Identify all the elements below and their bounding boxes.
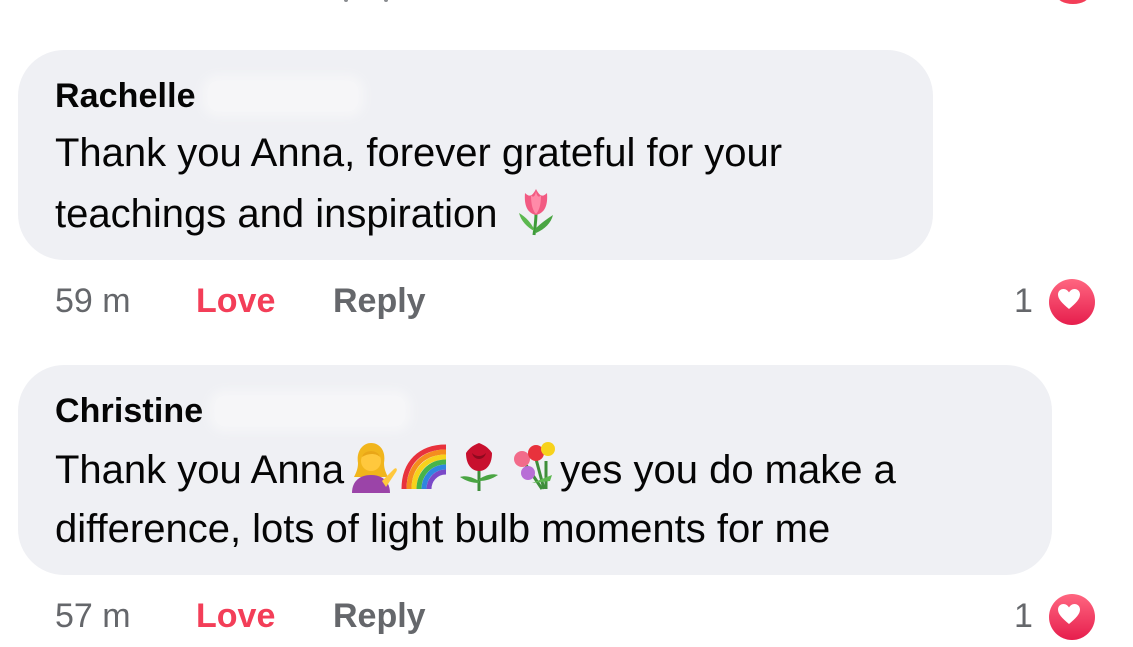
comment-author[interactable]: Rachelle: [55, 77, 196, 116]
comment: Christine Thank you Anna yes you do make…: [18, 365, 1098, 647]
previous-heart-badge-edge: [1056, 0, 1090, 4]
comment-text: Thank you Anna, forever grateful for you…: [55, 124, 897, 244]
comment-author[interactable]: Christine: [55, 392, 203, 431]
comment-text-line: Thank you Anna yes you do make a: [55, 439, 1016, 500]
comment-bubble: Christine Thank you Anna yes you do make…: [18, 365, 1052, 575]
previous-comment-fragment: [330, 0, 400, 4]
love-button[interactable]: Love: [196, 597, 275, 636]
heart-icon[interactable]: [1046, 276, 1098, 328]
tulip-emoji: [509, 183, 563, 237]
comment-text-line: teachings and inspiration: [55, 183, 897, 244]
love-button[interactable]: Love: [196, 282, 275, 321]
comment: Rachelle Thank you Anna, forever gratefu…: [18, 50, 1098, 336]
comment-text-segment: yes you do make a: [560, 448, 896, 492]
reaction-count[interactable]: 1: [1014, 282, 1033, 321]
rose-emoji: [452, 439, 506, 493]
rainbow-emoji: [398, 439, 452, 493]
comment-meta: 59 m Love Reply 1: [18, 276, 1098, 336]
comment-text-segment: teachings and inspiration: [55, 192, 498, 236]
comment-text-line: Thank you Anna, forever grateful for you…: [55, 131, 783, 175]
comment-bubble: Rachelle Thank you Anna, forever gratefu…: [18, 50, 933, 260]
heart-icon[interactable]: [1046, 591, 1098, 643]
comment-meta: 57 m Love Reply 1: [18, 591, 1098, 647]
comment-text: Thank you Anna yes you do make a differe…: [55, 439, 1016, 559]
reply-button[interactable]: Reply: [333, 597, 426, 636]
comment-timestamp[interactable]: 59 m: [55, 282, 131, 321]
bouquet-emoji: [506, 439, 560, 493]
comment-timestamp[interactable]: 57 m: [55, 597, 131, 636]
reply-button[interactable]: Reply: [333, 282, 426, 321]
redacted-surname: [215, 396, 406, 426]
comments-thread: Rachelle Thank you Anna, forever gratefu…: [0, 0, 1133, 647]
reaction-count[interactable]: 1: [1014, 597, 1033, 636]
comment-text-segment: Thank you Anna: [55, 448, 345, 492]
redacted-surname: [207, 81, 358, 111]
comment-text-line: difference, lots of light bulb moments f…: [55, 507, 831, 551]
woman-tipping-hand-emoji: [344, 439, 398, 493]
